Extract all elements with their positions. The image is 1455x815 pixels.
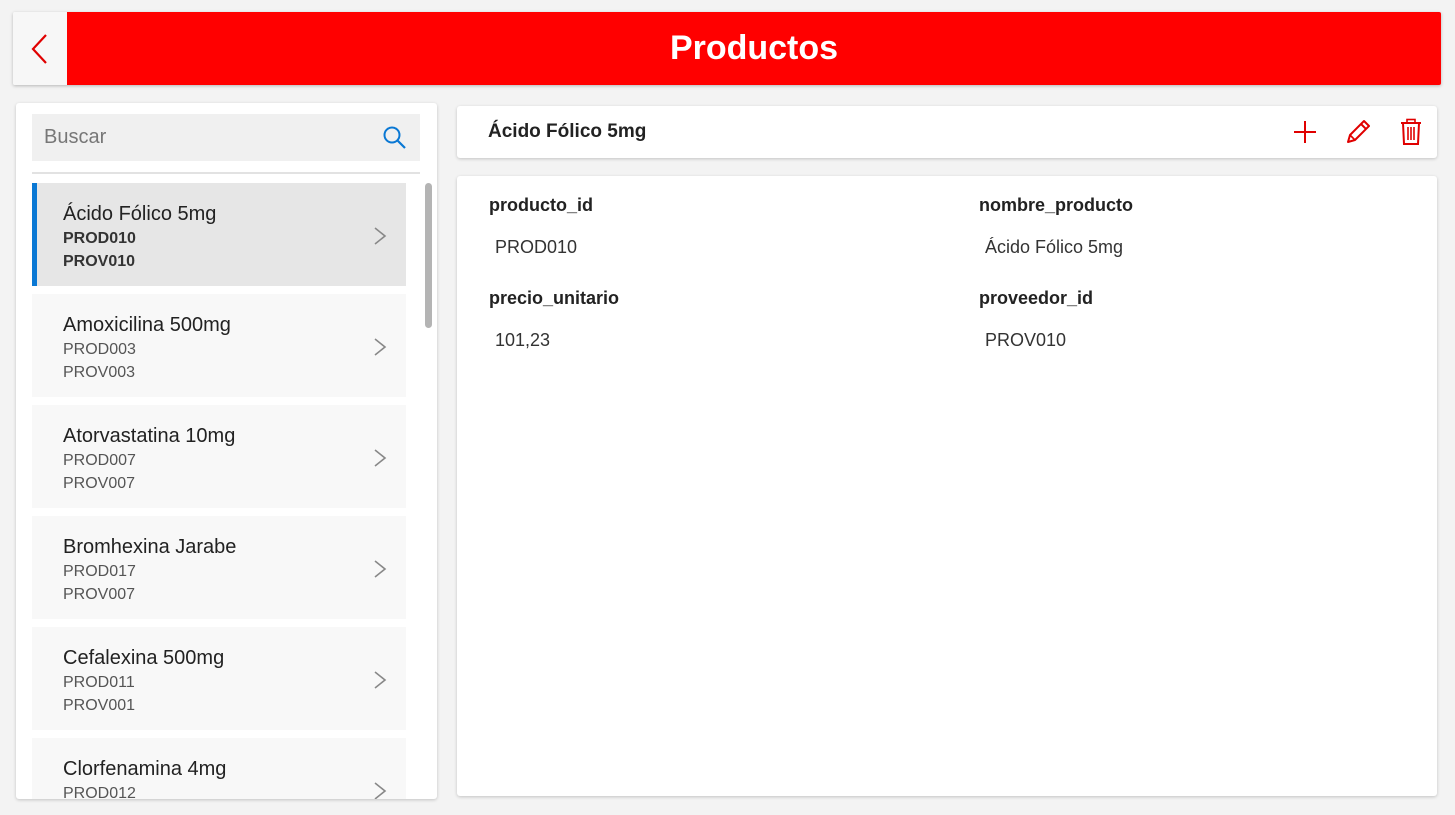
item-product-id: PROD007	[63, 452, 136, 469]
product-list[interactable]: Ácido Fólico 5mg PROD010 PROV010 Amoxici…	[32, 183, 406, 799]
item-provider-id: PROV007	[63, 475, 136, 492]
item-name: Bromhexina Jarabe	[63, 536, 237, 558]
item-name: Cefalexina 500mg	[63, 647, 225, 669]
field-value[interactable]: Ácido Fólico 5mg	[979, 237, 1133, 258]
item-product-id: PROD010	[63, 230, 136, 247]
field-value[interactable]: PROD010	[489, 237, 593, 258]
edit-button[interactable]	[1331, 112, 1384, 152]
add-button[interactable]	[1278, 112, 1331, 152]
detail-form: producto_id PROD010 nombre_producto Ácid…	[457, 176, 1437, 796]
chevron-right-icon	[374, 560, 387, 578]
page-title: Productos	[669, 29, 839, 67]
field-precio-unitario: precio_unitario 101,23	[489, 288, 619, 351]
field-producto-id: producto_id PROD010	[489, 195, 593, 258]
item-name: Amoxicilina 500mg	[63, 314, 231, 336]
search-icon[interactable]	[382, 125, 408, 151]
product-list-panel: Ácido Fólico 5mg PROD010 PROV010 Amoxici…	[16, 103, 437, 799]
chevron-right-icon	[374, 782, 387, 799]
field-label: proveedor_id	[979, 288, 1094, 308]
field-label: precio_unitario	[489, 288, 620, 308]
chevron-right-icon	[374, 671, 387, 689]
list-scrollbar[interactable]	[425, 183, 432, 328]
item-product-id: PROD003	[63, 341, 136, 358]
list-item[interactable]: Clorfenamina 4mg PROD012	[32, 738, 406, 799]
search-box[interactable]	[32, 114, 420, 161]
item-product-id: PROD012	[63, 785, 136, 799]
detail-header: Ácido Fólico 5mg	[457, 106, 1437, 158]
list-item[interactable]: Amoxicilina 500mg PROD003 PROV003	[32, 294, 406, 397]
field-value[interactable]: PROV010	[979, 330, 1093, 351]
field-label: nombre_producto	[979, 195, 1134, 215]
trash-icon	[1400, 118, 1421, 145]
delete-button[interactable]	[1384, 112, 1437, 152]
item-product-id: PROD017	[63, 563, 136, 580]
item-name: Ácido Fólico 5mg	[63, 203, 217, 225]
title-bar: Productos	[67, 12, 1441, 85]
detail-title: Ácido Fólico 5mg	[488, 121, 647, 142]
item-provider-id: PROV010	[63, 253, 136, 270]
back-button[interactable]	[13, 12, 67, 85]
list-item[interactable]: Atorvastatina 10mg PROD007 PROV007	[32, 405, 406, 508]
item-provider-id: PROV001	[63, 697, 136, 714]
search-input[interactable]	[44, 126, 382, 149]
item-name: Atorvastatina 10mg	[63, 425, 236, 447]
pencil-icon	[1346, 120, 1370, 143]
field-label: producto_id	[489, 195, 593, 215]
app-header: Productos	[13, 12, 1441, 85]
item-provider-id: PROV003	[63, 364, 136, 381]
chevron-right-icon	[374, 338, 387, 356]
chevron-left-icon	[31, 33, 47, 64]
chevron-right-icon	[374, 449, 387, 467]
item-provider-id: PROV007	[63, 586, 136, 603]
list-item[interactable]: Ácido Fólico 5mg PROD010 PROV010	[32, 183, 406, 286]
list-item[interactable]: Cefalexina 500mg PROD011 PROV001	[32, 627, 406, 730]
field-proveedor-id: proveedor_id PROV010	[979, 288, 1093, 351]
field-value[interactable]: 101,23	[489, 330, 619, 351]
item-name: Clorfenamina 4mg	[63, 758, 227, 780]
field-nombre-producto: nombre_producto Ácido Fólico 5mg	[979, 195, 1133, 258]
plus-icon	[1293, 121, 1316, 143]
item-product-id: PROD011	[63, 674, 135, 691]
search-divider	[32, 172, 420, 174]
list-item[interactable]: Bromhexina Jarabe PROD017 PROV007	[32, 516, 406, 619]
chevron-right-icon	[374, 227, 387, 245]
